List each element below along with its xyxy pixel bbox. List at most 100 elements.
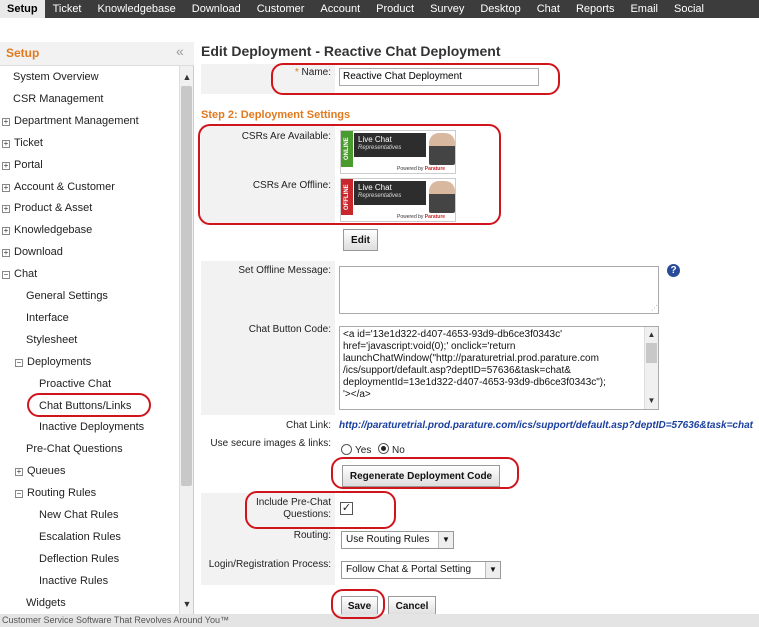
login-process-select[interactable]: Follow Chat & Portal Setting ▼	[341, 561, 501, 579]
sidebar-item[interactable]: Inactive Rules	[39, 570, 108, 592]
tab-setup[interactable]: Setup	[0, 0, 45, 18]
scroll-thumb[interactable]	[646, 343, 657, 363]
sidebar-item[interactable]: + Product & Asset	[2, 197, 92, 219]
sidebar-item[interactable]: + Department Management	[2, 110, 139, 132]
sidebar-item[interactable]: + Portal	[2, 154, 43, 176]
save-button[interactable]: Save	[341, 596, 378, 616]
sidebar-item[interactable]: + Queues	[15, 460, 66, 482]
scroll-up-icon[interactable]: ▲	[180, 70, 194, 84]
tab-chat[interactable]: Chat	[529, 0, 568, 18]
resize-grip-icon[interactable]: ⋰	[651, 304, 758, 626]
sidebar-item[interactable]: + Knowledgebase	[2, 219, 92, 241]
help-icon[interactable]: ?	[667, 264, 680, 277]
expand-icon[interactable]: +	[2, 227, 10, 236]
expand-icon[interactable]: +	[2, 161, 10, 170]
routing-select[interactable]: Use Routing Rules ▼	[341, 531, 454, 549]
chevron-down-icon[interactable]: ▼	[485, 562, 500, 578]
sidebar-item[interactable]: − Routing Rules	[15, 482, 96, 504]
chevron-down-icon[interactable]: ▼	[438, 532, 453, 548]
sidebar-header: Setup «	[0, 42, 194, 66]
sidebar-item-label: Escalation Rules	[39, 530, 121, 543]
sidebar-item[interactable]: − Chat	[2, 263, 37, 285]
code-scrollbar[interactable]: ▲ ▼	[644, 327, 658, 409]
sidebar-item-label: Pre-Chat Questions	[26, 443, 123, 456]
sidebar-item[interactable]: Chat Buttons/Links	[39, 395, 131, 417]
sidebar-item[interactable]: Pre-Chat Questions	[26, 438, 123, 460]
expand-icon[interactable]: +	[2, 117, 10, 126]
sidebar-item[interactable]: Escalation Rules	[39, 526, 121, 548]
sidebar-list: System Overview CSR Management + Department…	[0, 66, 178, 616]
secure-label: Use secure images & links:	[210, 438, 331, 449]
tab-account[interactable]: Account	[312, 0, 368, 18]
collapse-icon[interactable]: −	[2, 271, 10, 280]
scroll-up-icon[interactable]: ▲	[645, 329, 658, 341]
sidebar-item-label: Widgets	[26, 596, 66, 609]
sidebar-item[interactable]: Inactive Deployments	[39, 416, 144, 438]
tab-customer[interactable]: Customer	[249, 0, 313, 18]
collapse-icon[interactable]: −	[15, 490, 23, 499]
powered-by: Powered by Parature	[397, 166, 446, 172]
regenerate-code-button[interactable]: Regenerate Deployment Code	[342, 465, 500, 487]
online-stripe: ONLINE	[341, 131, 353, 167]
tab-download[interactable]: Download	[184, 0, 249, 18]
secure-yes-label: Yes	[355, 445, 372, 456]
chat-button-code-textarea[interactable]: <a id='13e1d322-d407-4653-93d9-db6ce3f03…	[339, 326, 659, 410]
tab-desktop[interactable]: Desktop	[472, 0, 528, 18]
chat-link[interactable]: http://paraturetrial.prod.parature.com/i…	[339, 420, 753, 431]
sidebar-item-label: Inactive Rules	[39, 574, 109, 587]
representative-photo-icon	[429, 181, 455, 213]
offline-message-textarea[interactable]	[339, 266, 659, 314]
expand-icon[interactable]: +	[2, 249, 10, 258]
tab-product[interactable]: Product	[368, 0, 422, 18]
scroll-down-icon[interactable]: ▼	[645, 395, 658, 407]
top-nav: Setup Ticket Knowledgebase Download Cust…	[0, 0, 759, 18]
offline-stripe: OFFLINE	[341, 179, 353, 215]
secure-yes-radio[interactable]	[341, 444, 352, 455]
sidebar-item[interactable]: + Download	[2, 241, 63, 263]
name-input[interactable]: Reactive Chat Deployment	[339, 68, 539, 86]
sidebar-item[interactable]: CSR Management	[13, 88, 104, 110]
sidebar-item-label: Queues	[27, 465, 66, 478]
sidebar-item-label: Portal	[14, 158, 43, 171]
sidebar-item[interactable]: System Overview	[13, 66, 99, 88]
sidebar-item-label: Download	[14, 246, 63, 259]
cancel-button[interactable]: Cancel	[388, 596, 436, 616]
tab-ticket[interactable]: Ticket	[45, 0, 90, 18]
expand-icon[interactable]: +	[2, 183, 10, 192]
secure-no-radio[interactable]	[378, 443, 389, 454]
csrs-available-label: CSRs Are Available:	[241, 131, 331, 142]
sidebar: Setup « System Overview CSR Management + De…	[0, 42, 194, 616]
collapse-icon[interactable]: −	[15, 358, 23, 367]
tab-reports[interactable]: Reports	[568, 0, 623, 18]
expand-icon[interactable]: +	[2, 205, 10, 214]
sidebar-item-label: CSR Management	[13, 92, 104, 105]
expand-icon[interactable]: +	[15, 468, 23, 477]
tab-social[interactable]: Social	[666, 0, 712, 18]
sidebar-item[interactable]: Stylesheet	[26, 329, 77, 351]
tab-email[interactable]: Email	[622, 0, 666, 18]
sidebar-item[interactable]: New Chat Rules	[39, 504, 118, 526]
sidebar-item[interactable]: Widgets	[26, 592, 66, 614]
sidebar-item[interactable]: + Ticket	[2, 132, 43, 154]
secure-no-label: No	[392, 445, 405, 456]
sidebar-scrollbar[interactable]: ▲ ▼	[179, 66, 193, 616]
chat-button-code-label-cell	[201, 321, 335, 415]
expand-icon[interactable]: +	[2, 139, 10, 148]
routing-label: Routing:	[293, 530, 331, 541]
tab-survey[interactable]: Survey	[422, 0, 472, 18]
sidebar-item[interactable]: Interface	[26, 307, 69, 329]
scroll-thumb[interactable]	[181, 86, 192, 486]
collapse-icon[interactable]: «	[176, 43, 184, 59]
include-prechat-checkbox[interactable]: ✓	[340, 502, 353, 515]
edit-button[interactable]: Edit	[343, 229, 378, 251]
sidebar-item[interactable]: − Deployments	[15, 351, 91, 373]
sidebar-item[interactable]: General Settings	[26, 285, 108, 307]
sidebar-item-label: General Settings	[26, 290, 108, 302]
sidebar-item[interactable]: Deflection Rules	[39, 548, 119, 570]
online-chat-badge: ONLINE Live Chat Representatives Powered…	[340, 130, 456, 174]
powered-by: Powered by Parature	[397, 214, 446, 220]
sidebar-item[interactable]: Proactive Chat	[39, 373, 111, 395]
scroll-down-icon[interactable]: ▼	[180, 597, 194, 611]
tab-knowledgebase[interactable]: Knowledgebase	[90, 0, 184, 18]
sidebar-item[interactable]: + Account & Customer	[2, 176, 115, 198]
